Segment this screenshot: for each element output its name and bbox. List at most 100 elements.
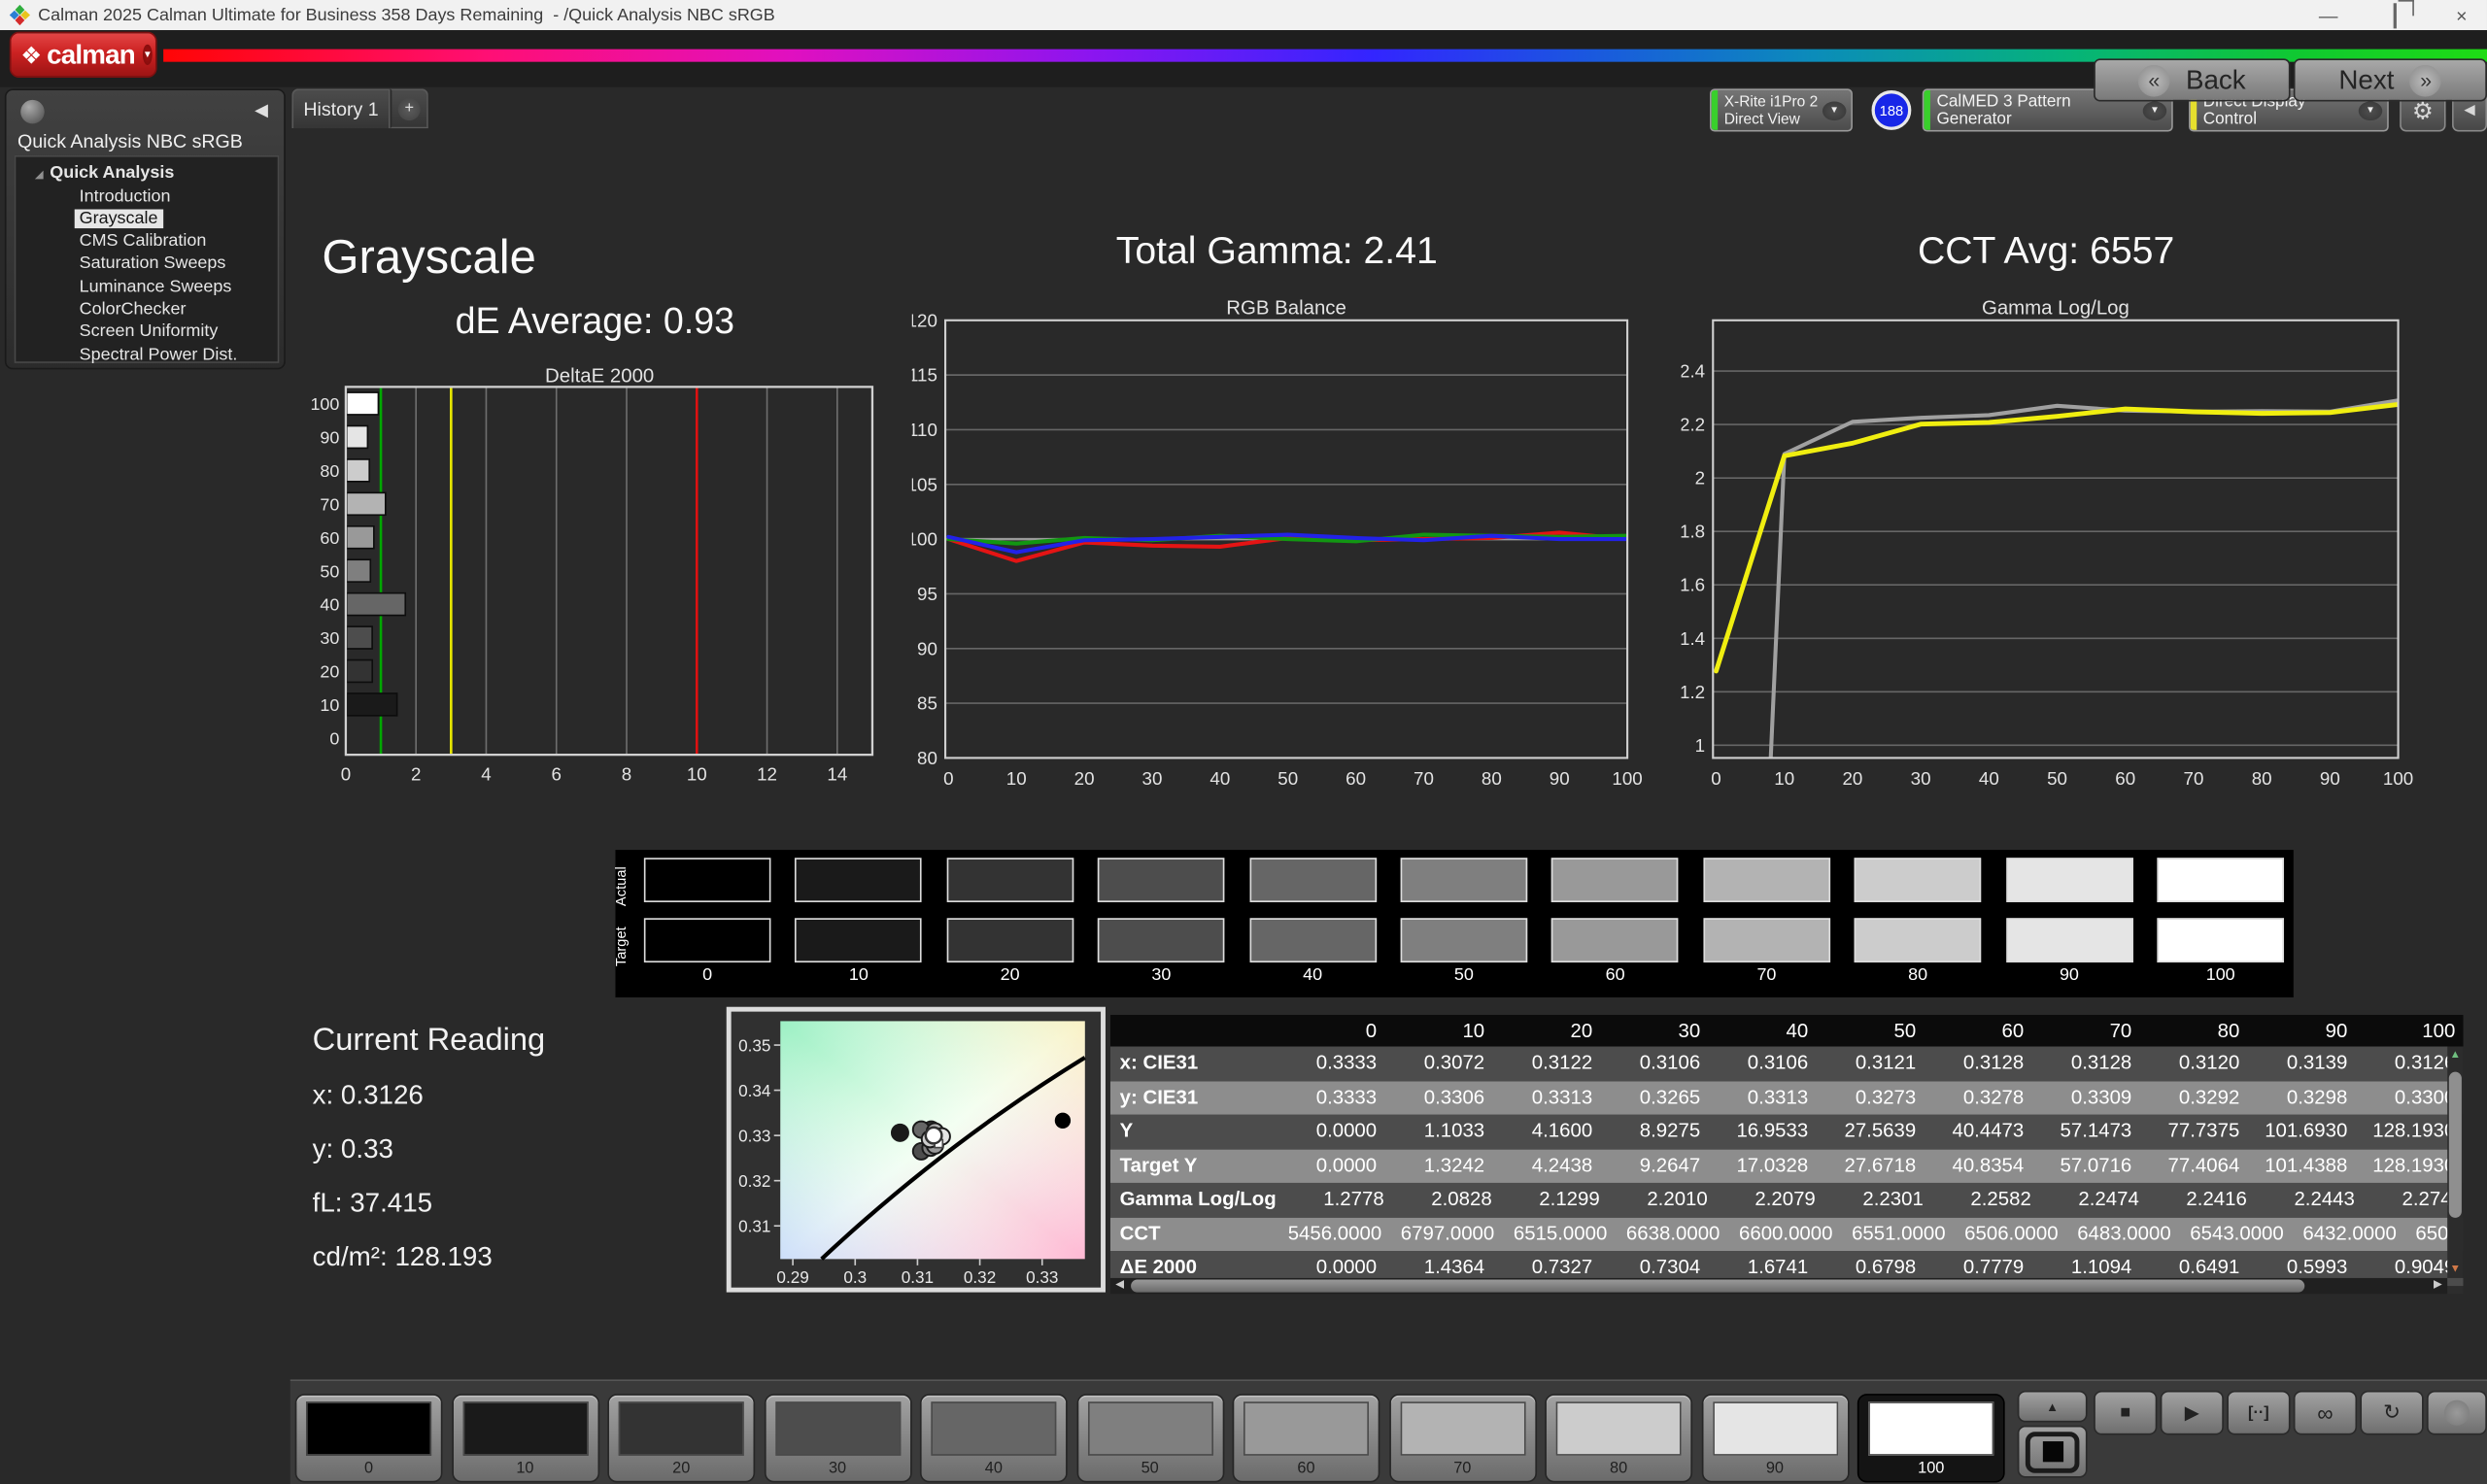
- swatch-level-label: 90: [2006, 965, 2133, 985]
- chevron-down-icon: ▼: [2359, 101, 2382, 120]
- pattern-level-button-50[interactable]: 50: [1076, 1394, 1224, 1482]
- tree-node-quick-analysis[interactable]: ◢Quick Analysis: [16, 162, 277, 186]
- meter-dropdown[interactable]: X-Rite i1Pro 2 Direct View ▼: [1710, 88, 1853, 131]
- pattern-level-button-70[interactable]: 70: [1388, 1394, 1536, 1482]
- de-average-readout: dE Average: 0.93: [456, 300, 734, 343]
- table-cell: 101.4388: [2259, 1149, 2367, 1183]
- sidebar-item-screen-uniformity[interactable]: Screen Uniformity: [16, 320, 277, 343]
- loop-button[interactable]: ∞: [2294, 1391, 2357, 1435]
- vertical-scroll-thumb[interactable]: [2449, 1072, 2462, 1218]
- table-cell: 0.3122: [1504, 1047, 1612, 1081]
- svg-text:1.2: 1.2: [1682, 682, 1705, 702]
- sidebar-item-colorchecker[interactable]: ColorChecker: [16, 298, 277, 320]
- pattern-level-swatch: [1868, 1401, 1993, 1456]
- current-reading-y: y: 0.33: [313, 1133, 393, 1165]
- scroll-up-icon[interactable]: ▲: [2447, 1050, 2463, 1061]
- pattern-level-button-90[interactable]: 90: [1701, 1394, 1849, 1482]
- svg-text:90: 90: [917, 638, 937, 658]
- close-button[interactable]: ×: [2449, 4, 2474, 26]
- scroll-left-icon[interactable]: ◀: [1110, 1278, 1130, 1294]
- pattern-level-button-0[interactable]: 0: [295, 1394, 443, 1482]
- sidebar-item-grayscale[interactable]: Grayscale: [16, 208, 277, 230]
- sidebar-item-luminance-sweeps[interactable]: Luminance Sweeps: [16, 276, 277, 298]
- pattern-level-button-60[interactable]: 60: [1233, 1394, 1380, 1482]
- play-icon: ▶: [2185, 1401, 2199, 1424]
- sidebar-item-spectral-power-dist[interactable]: Spectral Power Dist.: [16, 344, 277, 366]
- scroll-down-icon[interactable]: ▼: [2447, 1264, 2463, 1274]
- sidebar-item-saturation-sweeps[interactable]: Saturation Sweeps: [16, 253, 277, 275]
- step-button[interactable]: [··]: [2227, 1391, 2290, 1435]
- pattern-level-button-30[interactable]: 30: [764, 1394, 911, 1482]
- current-reading-title: Current Reading: [313, 1023, 546, 1060]
- svg-text:0.31: 0.31: [902, 1267, 934, 1287]
- restore-button[interactable]: [2382, 4, 2407, 26]
- row-label: Target Y: [1110, 1149, 1288, 1183]
- rgb-balance-chart: RGB Balance80859095100105110115120010203…: [912, 295, 1645, 794]
- pattern-window-button[interactable]: [2018, 1426, 2088, 1478]
- current-reading-cdm2: cd/m²: 128.193: [313, 1241, 493, 1273]
- svg-text:60: 60: [1346, 768, 1366, 789]
- pattern-level-swatch: [1556, 1401, 1682, 1456]
- plus-icon: +: [398, 97, 421, 119]
- horizontal-scroll-thumb[interactable]: [1131, 1280, 2304, 1293]
- sidebar-item-introduction[interactable]: Introduction: [16, 185, 277, 207]
- target-swatch-30: [1098, 918, 1225, 962]
- svg-text:100: 100: [1612, 768, 1642, 789]
- play-button[interactable]: ▶: [2161, 1391, 2224, 1435]
- table-cell: 0.3128: [1935, 1047, 2043, 1081]
- svg-text:90: 90: [320, 428, 339, 448]
- table-cell: 0.3106: [1720, 1047, 1827, 1081]
- svg-text:70: 70: [1414, 768, 1434, 789]
- chevron-left-icon: ◀: [2464, 101, 2474, 118]
- up-arrow-icon: ▲: [2046, 1400, 2059, 1414]
- target-swatch-70: [1703, 918, 1830, 962]
- pattern-window-up-button[interactable]: ▲: [2018, 1391, 2088, 1423]
- pattern-level-swatch: [462, 1401, 588, 1456]
- sidebar-item-cms-calibration[interactable]: CMS Calibration: [16, 230, 277, 253]
- pattern-level-swatch: [931, 1401, 1056, 1456]
- row-label: CCT: [1110, 1217, 1288, 1251]
- blank-button[interactable]: [2427, 1391, 2487, 1435]
- svg-text:1.4: 1.4: [1682, 628, 1705, 649]
- target-swatch-0: [644, 918, 771, 962]
- actual-swatch-90: [2006, 858, 2133, 902]
- table-cell: 1.1033: [1396, 1115, 1504, 1149]
- next-button[interactable]: Next »: [2294, 58, 2487, 101]
- add-tab-button[interactable]: +: [391, 88, 428, 128]
- deltae-bar-20: [347, 660, 372, 683]
- scroll-right-icon[interactable]: ▶: [2429, 1278, 2448, 1294]
- svg-text:1.8: 1.8: [1682, 522, 1705, 542]
- refresh-button[interactable]: ↻: [2360, 1391, 2423, 1435]
- table-vertical-scrollbar[interactable]: ▲ ▼: [2447, 1047, 2463, 1278]
- tab-history-1[interactable]: History 1: [291, 88, 390, 128]
- chevron-down-icon: ▼: [143, 45, 153, 65]
- table-cell: 8.9275: [1612, 1115, 1720, 1149]
- pattern-level-label: 80: [1547, 1461, 1691, 1478]
- table-horizontal-scrollbar[interactable]: ◀ ▶: [1110, 1278, 2447, 1294]
- calman-app-icon: [10, 5, 30, 25]
- svg-text:50: 50: [320, 561, 339, 581]
- pattern-level-button-40[interactable]: 40: [920, 1394, 1068, 1482]
- pattern-level-button-10[interactable]: 10: [451, 1394, 598, 1482]
- pattern-level-button-20[interactable]: 20: [607, 1394, 755, 1482]
- svg-text:1.6: 1.6: [1682, 575, 1705, 595]
- svg-text:115: 115: [912, 365, 937, 386]
- calman-menu-button[interactable]: ❖ calman ▼: [10, 32, 157, 78]
- svg-text:10: 10: [687, 763, 707, 784]
- stop-button[interactable]: ■: [2094, 1391, 2157, 1435]
- svg-text:20: 20: [320, 662, 339, 682]
- table-cell: 16.9533: [1720, 1115, 1827, 1149]
- minimize-button[interactable]: —: [2316, 4, 2341, 26]
- back-button[interactable]: « Back: [2094, 58, 2290, 101]
- sidebar-collapse-icon[interactable]: ◀: [255, 100, 268, 120]
- table-row-target-y: Target Y0.00001.32424.24389.264717.03282…: [1110, 1149, 2464, 1183]
- table-cell: 4.1600: [1504, 1115, 1612, 1149]
- svg-text:2.2: 2.2: [1682, 415, 1705, 435]
- pattern-level-button-100[interactable]: 100: [1857, 1394, 2005, 1482]
- table-row-x-cie31: x: CIE310.33330.30720.31220.31060.31060.…: [1110, 1047, 2464, 1081]
- svg-text:20: 20: [1074, 768, 1095, 789]
- pattern-level-button-80[interactable]: 80: [1545, 1394, 1692, 1482]
- pattern-level-label: 30: [766, 1461, 910, 1478]
- title-bar: Calman 2025 Calman Ultimate for Business…: [0, 0, 2487, 30]
- cie-current-point: [926, 1128, 941, 1143]
